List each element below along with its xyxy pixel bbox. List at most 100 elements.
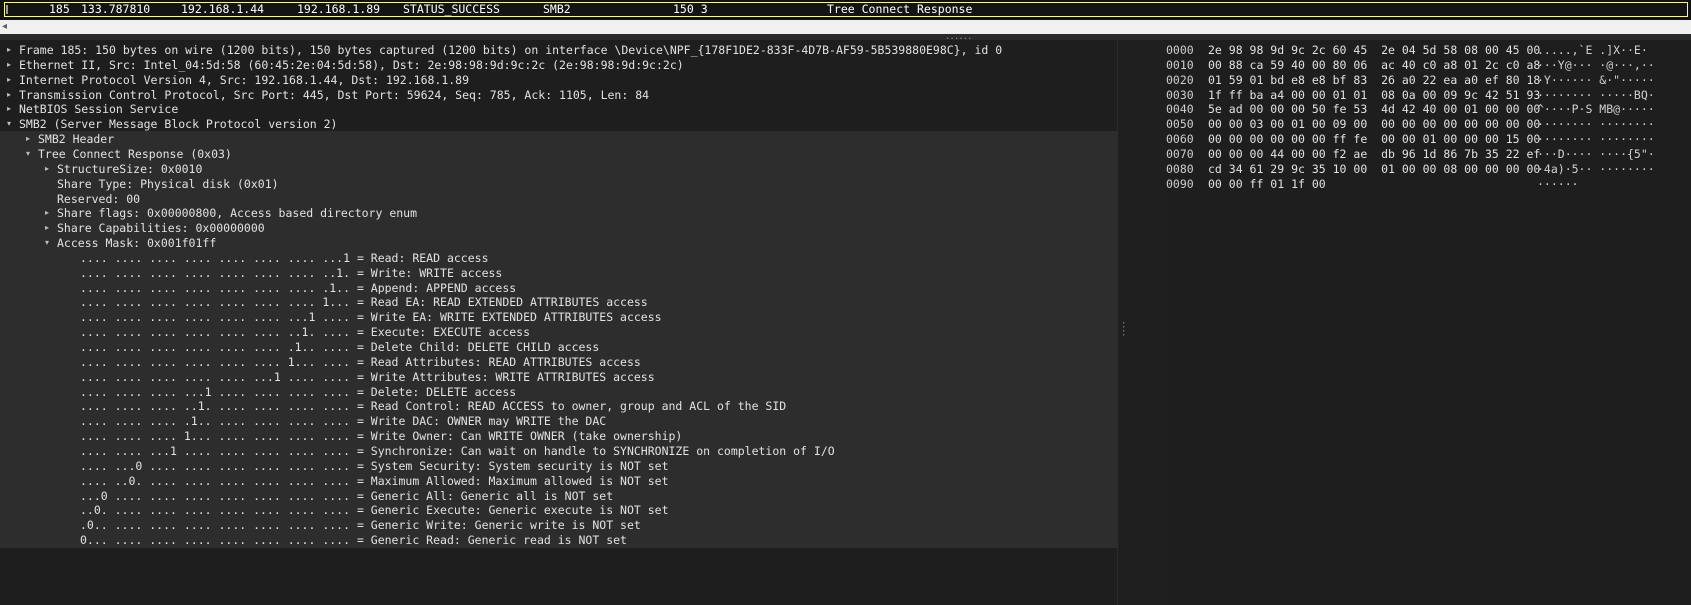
hex-bytes: 5e ad 00 00 00 50 fe 53 4d 42 40 00 01 0… xyxy=(1208,102,1541,117)
detail-row[interactable]: .... .... ...1 .... .... .... .... .... … xyxy=(0,442,1117,459)
collapsed-arrow-icon[interactable]: ▸ xyxy=(4,72,14,88)
detail-row[interactable]: ▸ Transmission Control Protocol, Src Port… xyxy=(0,87,1117,103)
hex-bytes: 00 00 ff 01 1f 00 xyxy=(1208,176,1326,191)
hex-row[interactable]: 0060 00 00 00 00 00 00 ff fe 00 00 01 00 … xyxy=(1166,131,1691,147)
collapsed-arrow-icon[interactable]: ▸ xyxy=(4,42,14,58)
packet-status: STATUS_SUCCESS xyxy=(403,2,500,16)
expanded-arrow-icon[interactable]: ▾ xyxy=(23,146,33,162)
detail-row[interactable]: ▸ SMB2 Header xyxy=(0,131,1117,148)
detail-row-label: .... .... .... .... .... .... .1.. .... … xyxy=(80,340,600,354)
detail-row[interactable]: .... .... .... .... .... .... .... ..1. … xyxy=(0,264,1117,281)
detail-row-label: Reserved: 00 xyxy=(57,191,141,206)
detail-row[interactable]: .... .... .... .... .... .... .... .1.. … xyxy=(0,279,1117,296)
hex-offset: 0030 xyxy=(1166,87,1194,102)
detail-row[interactable]: ▸ StructureSize: 0x0010 xyxy=(0,160,1117,177)
hex-row[interactable]: 0080 cd 34 61 29 9c 35 10 00 01 00 00 08 … xyxy=(1166,161,1691,177)
hex-bytes: 00 88 ca 59 40 00 80 06 ac 40 c0 a8 01 2… xyxy=(1208,57,1541,72)
expanded-arrow-icon[interactable]: ▾ xyxy=(4,116,14,132)
detail-row[interactable]: ▾ SMB2 (Server Message Block Protocol ver… xyxy=(0,116,1117,132)
packet-bytes-pane: 0000 2e 98 98 9d 9c 2c 60 45 2e 04 5d 58 … xyxy=(1166,40,1691,605)
detail-row[interactable]: ▾ Access Mask: 0x001f01ff xyxy=(0,235,1117,252)
row-marker-icon xyxy=(6,5,8,14)
hex-bytes: 00 00 00 00 00 00 ff fe 00 00 01 00 00 0… xyxy=(1208,132,1541,147)
detail-row-label: .... .... .... .... .... ...1 .... .... … xyxy=(80,369,655,384)
collapsed-arrow-icon[interactable]: ▸ xyxy=(42,220,52,236)
detail-row[interactable]: .... .... .... .... .... .... ..1. .... … xyxy=(0,324,1117,341)
detail-row-label: NetBIOS Session Service xyxy=(19,102,179,117)
detail-row-label: Transmission Control Protocol, Src Port:… xyxy=(19,87,650,102)
collapsed-arrow-icon[interactable]: ▸ xyxy=(42,161,52,177)
detail-row[interactable]: Share Type: Physical disk (0x01) xyxy=(0,175,1117,192)
detail-row[interactable]: ...0 .... .... .... .... .... .... .... … xyxy=(0,487,1117,504)
hex-offset: 0010 xyxy=(1166,57,1194,72)
detail-row-label: Share flags: 0x00000800, Access based di… xyxy=(57,206,418,221)
detail-row[interactable]: .... .... .... ...1 .... .... .... .... … xyxy=(0,383,1117,400)
detail-row-label: SMB2 (Server Message Block Protocol vers… xyxy=(19,117,338,132)
hex-row[interactable]: 0070 00 00 00 44 00 00 f2 ae db 96 1d 86 … xyxy=(1166,146,1691,162)
detail-row[interactable]: 0... .... .... .... .... .... .... .... … xyxy=(0,532,1117,549)
detail-row[interactable]: .... .... .... .... .... .... ...1 .... … xyxy=(0,309,1117,326)
packet-time: 133.787810 xyxy=(81,2,151,16)
detail-row[interactable]: .... .... .... ..1. .... .... .... .... … xyxy=(0,398,1117,415)
detail-row-label: StructureSize: 0x0010 xyxy=(57,161,203,176)
vertical-splitter-grip-icon[interactable]: · · · · xyxy=(1121,320,1126,341)
hex-row[interactable]: 0050 00 00 03 00 01 00 09 00 00 00 00 00 … xyxy=(1166,116,1691,132)
detail-row[interactable]: ..0. .... .... .... .... .... .... .... … xyxy=(0,502,1117,519)
hex-bytes: 2e 98 98 9d 9c 2c 60 45 2e 04 5d 58 08 0… xyxy=(1208,43,1541,57)
detail-row-label: .... ...0 .... .... .... .... .... .... … xyxy=(80,458,669,473)
detail-row[interactable]: .... .... .... .... .... ...1 .... .... … xyxy=(0,368,1117,385)
detail-row-label: .... .... .... 1... .... .... .... .... … xyxy=(80,429,683,444)
hex-row[interactable]: 0030 1f ff ba a4 00 00 01 01 08 0a 00 09 … xyxy=(1166,87,1691,103)
detail-row[interactable]: ▸ Share Capabilities: 0x00000000 xyxy=(0,220,1117,237)
detail-row[interactable]: .... .... .... .... .... .... .1.. .... … xyxy=(0,339,1117,355)
collapsed-arrow-icon[interactable]: ▸ xyxy=(4,101,14,117)
hex-ascii: ···D···· ····{5"· xyxy=(1537,146,1655,161)
detail-row[interactable]: .... ...0 .... .... .... .... .... .... … xyxy=(0,457,1117,474)
detail-row[interactable]: .... .... .... .... .... .... 1... .... … xyxy=(0,353,1117,370)
hex-row[interactable]: 0000 2e 98 98 9d 9c 2c 60 45 2e 04 5d 58 … xyxy=(1166,42,1691,58)
collapsed-arrow-icon[interactable]: ▸ xyxy=(4,87,14,103)
packet-row-selected[interactable]: 185 133.787810 192.168.1.44 192.168.1.89… xyxy=(4,2,1688,17)
collapsed-arrow-icon[interactable]: ▸ xyxy=(23,131,33,147)
collapsed-arrow-icon[interactable]: ▸ xyxy=(42,205,52,221)
horizontal-scrollbar[interactable]: ◂ xyxy=(0,20,1691,34)
detail-row[interactable]: .... .... .... .... .... .... .... 1... … xyxy=(0,294,1117,311)
detail-row-label: .... .... .... ...1 .... .... .... .... … xyxy=(80,384,517,399)
detail-row-label: ...0 .... .... .... .... .... .... .... … xyxy=(80,488,614,503)
vertical-pane-splitter[interactable]: · · · · xyxy=(1117,40,1167,605)
hex-ascii: ···Y@··· ·@···,·· xyxy=(1537,57,1655,72)
expanded-arrow-icon[interactable]: ▾ xyxy=(42,235,52,251)
detail-row-label: .... .... .... .... .... .... .... 1... … xyxy=(80,295,648,310)
detail-row-label: 0... .... .... .... .... .... .... .... … xyxy=(80,533,627,548)
detail-row[interactable]: ▸ Internet Protocol Version 4, Src: 192.1… xyxy=(0,72,1117,88)
detail-row[interactable]: ▸ Ethernet II, Src: Intel_04:5d:58 (60:45… xyxy=(0,57,1117,73)
hex-ascii: ······ xyxy=(1537,176,1579,191)
detail-row[interactable]: .... .... .... 1... .... .... .... .... … xyxy=(0,428,1117,445)
detail-row-label: .... .... .... .... .... .... ...1 .... … xyxy=(80,310,662,325)
hex-ascii: ·Y······ &·"····· xyxy=(1537,72,1655,87)
hex-ascii: ········ ········ xyxy=(1537,117,1655,132)
packet-no: 185 xyxy=(49,2,70,16)
detail-row-label: .0.. .... .... .... .... .... .... .... … xyxy=(80,518,641,533)
detail-row-label: Ethernet II, Src: Intel_04:5d:58 (60:45:… xyxy=(19,57,684,72)
detail-row[interactable]: Reserved: 00 xyxy=(0,190,1117,207)
detail-row[interactable]: .0.. .... .... .... .... .... .... .... … xyxy=(0,517,1117,534)
hex-ascii: .....,`E .]X··E· xyxy=(1537,43,1648,57)
detail-row[interactable]: ▸ Share flags: 0x00000800, Access based d… xyxy=(0,205,1117,222)
detail-row[interactable]: .... .... .... .1.. .... .... .... .... … xyxy=(0,413,1117,430)
packet-info: Tree Connect Response xyxy=(827,2,973,16)
hex-row[interactable]: 0040 5e ad 00 00 00 50 fe 53 4d 42 40 00 … xyxy=(1166,101,1691,117)
detail-row[interactable]: ▾ Tree Connect Response (0x03) xyxy=(0,145,1117,162)
hex-row[interactable]: 0020 01 59 01 bd e8 e8 bf 83 26 a0 22 ea … xyxy=(1166,72,1691,88)
detail-row[interactable]: ▸ Frame 185: 150 bytes on wire (1200 bits… xyxy=(0,42,1117,58)
detail-row[interactable]: ▸ NetBIOS Session Service xyxy=(0,101,1117,117)
detail-row[interactable]: .... ..0. .... .... .... .... .... .... … xyxy=(0,472,1117,489)
hex-offset: 0070 xyxy=(1166,146,1194,161)
scroll-left-arrow-icon[interactable]: ◂ xyxy=(2,21,7,32)
collapsed-arrow-icon[interactable]: ▸ xyxy=(4,57,14,73)
hex-row[interactable]: 0010 00 88 ca 59 40 00 80 06 ac 40 c0 a8 … xyxy=(1166,57,1691,73)
hex-row[interactable]: 0090 00 00 ff 01 1f 00 ······ xyxy=(1166,176,1691,192)
detail-row-label: Internet Protocol Version 4, Src: 192.16… xyxy=(19,72,470,87)
detail-row-label: .... .... ...1 .... .... .... .... .... … xyxy=(80,443,835,458)
detail-row[interactable]: .... .... .... .... .... .... .... ...1 … xyxy=(0,249,1117,266)
